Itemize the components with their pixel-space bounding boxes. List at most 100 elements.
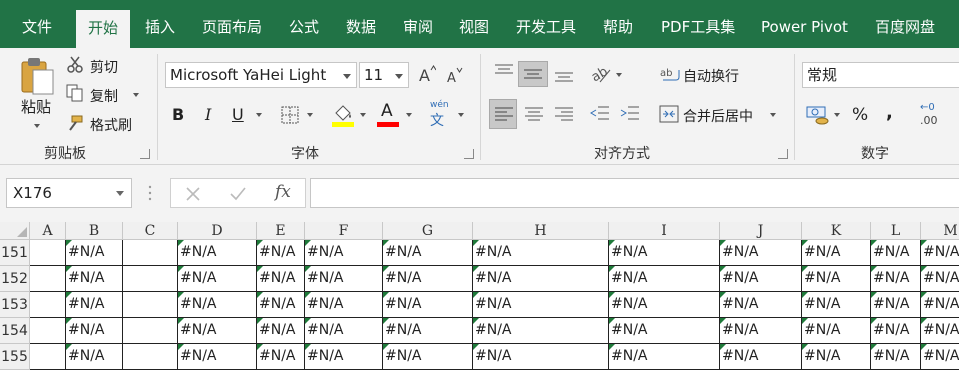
cell-a154[interactable] [30,318,66,344]
row-header[interactable]: 151 [0,240,30,266]
cell-c154[interactable] [123,318,178,344]
merge-center-dropdown-icon[interactable] [770,113,776,117]
tab-file[interactable]: 文件 [22,0,52,48]
name-box[interactable]: X176 [6,178,132,208]
tab-home[interactable]: 开始 [76,10,131,48]
cell-e154[interactable]: #N/A [257,318,305,344]
orientation-icon[interactable]: ab [590,64,612,84]
cell-h152[interactable]: #N/A [473,266,609,292]
cell-b154[interactable]: #N/A [66,318,123,344]
cell-k151[interactable]: #N/A [802,240,871,266]
column-header-h[interactable]: H [473,222,609,240]
cell-c151[interactable] [123,240,178,266]
column-header-g[interactable]: G [383,222,473,240]
align-left-button[interactable] [489,99,517,129]
row-header[interactable]: 154 [0,318,30,344]
align-top-icon[interactable] [494,63,514,79]
cell-e152[interactable]: #N/A [257,266,305,292]
clipboard-launcher-icon[interactable] [140,149,150,159]
cell-d151[interactable]: #N/A [178,240,257,266]
cell-j153[interactable]: #N/A [720,292,802,318]
cell-g151[interactable]: #N/A [383,240,473,266]
column-header-i[interactable]: I [609,222,720,240]
tab-pdf-tools[interactable]: PDF工具集 [661,0,735,48]
percent-style-button[interactable]: % [852,105,868,125]
tab-developer[interactable]: 开发工具 [516,0,576,48]
fill-color-icon[interactable] [332,103,356,127]
cell-d153[interactable]: #N/A [178,292,257,318]
cell-f154[interactable]: #N/A [305,318,383,344]
cell-b152[interactable]: #N/A [66,266,123,292]
bold-button[interactable]: B [172,105,184,124]
select-all-corner[interactable] [0,222,30,240]
cell-g154[interactable]: #N/A [383,318,473,344]
cell-i155[interactable]: #N/A [609,344,720,370]
column-header-l[interactable]: L [871,222,921,240]
cell-a151[interactable] [30,240,66,266]
row-header[interactable]: 155 [0,344,30,370]
tab-review[interactable]: 审阅 [403,0,433,48]
cell-f152[interactable]: #N/A [305,266,383,292]
cell-i151[interactable]: #N/A [609,240,720,266]
formula-input[interactable] [310,178,959,208]
cell-m155[interactable]: #N/A [921,344,959,370]
cell-l152[interactable]: #N/A [871,266,921,292]
underline-dropdown-icon[interactable] [256,113,262,117]
cell-a152[interactable] [30,266,66,292]
column-header-f[interactable]: F [305,222,383,240]
borders-dropdown-icon[interactable] [307,113,313,117]
cell-f155[interactable]: #N/A [305,344,383,370]
cell-b155[interactable]: #N/A [66,344,123,370]
wrap-text-button[interactable]: 自动换行 [683,66,739,86]
font-size-combo[interactable]: 11 [359,62,409,88]
insert-function-button[interactable]: fx [275,182,291,202]
cell-f153[interactable]: #N/A [305,292,383,318]
merge-center-button[interactable]: 合并后居中 [683,106,753,126]
tab-baidu-netdisk[interactable]: 百度网盘 [875,0,935,48]
increase-indent-icon[interactable] [620,105,640,123]
column-header-b[interactable]: B [66,222,123,240]
borders-icon[interactable] [281,106,299,124]
cell-d154[interactable]: #N/A [178,318,257,344]
column-header-a[interactable]: A [30,222,66,240]
cell-g153[interactable]: #N/A [383,292,473,318]
tab-formulas[interactable]: 公式 [289,0,319,48]
tab-data[interactable]: 数据 [346,0,376,48]
alignment-launcher-icon[interactable] [778,149,788,159]
align-right-icon[interactable] [554,106,574,122]
phonetic-guide-button[interactable]: wén 文 [428,100,452,129]
copy-dropdown-icon[interactable] [133,93,139,97]
cell-m153[interactable]: #N/A [921,292,959,318]
increase-font-size-icon[interactable]: A [418,64,436,84]
cell-l155[interactable]: #N/A [871,344,921,370]
tab-insert[interactable]: 插入 [145,0,175,48]
column-header-d[interactable]: D [178,222,257,240]
font-launcher-icon[interactable] [464,149,474,159]
comma-style-button[interactable]: , [886,102,893,123]
splitter-icon[interactable] [147,184,153,202]
format-painter-button[interactable]: 格式刷 [90,115,132,135]
align-middle-button[interactable] [518,61,548,87]
italic-button[interactable]: I [205,105,211,124]
column-header-k[interactable]: K [802,222,871,240]
cell-k155[interactable]: #N/A [802,344,871,370]
cell-f151[interactable]: #N/A [305,240,383,266]
cell-h154[interactable]: #N/A [473,318,609,344]
cell-j155[interactable]: #N/A [720,344,802,370]
cell-b153[interactable]: #N/A [66,292,123,318]
cell-h155[interactable]: #N/A [473,344,609,370]
cell-h151[interactable]: #N/A [473,240,609,266]
font-color-button[interactable]: A [377,101,401,127]
cell-m151[interactable]: #N/A [921,240,959,266]
number-format-combo[interactable]: 常规 [802,62,959,88]
align-center-icon[interactable] [524,106,544,122]
enter-icon[interactable] [229,186,247,202]
cell-i152[interactable]: #N/A [609,266,720,292]
cut-button[interactable]: 剪切 [90,57,118,77]
cell-c153[interactable] [123,292,178,318]
cell-l151[interactable]: #N/A [871,240,921,266]
underline-button[interactable]: U [232,105,244,124]
cell-e153[interactable]: #N/A [257,292,305,318]
cell-g155[interactable]: #N/A [383,344,473,370]
paste-dropdown-icon[interactable] [34,124,40,128]
